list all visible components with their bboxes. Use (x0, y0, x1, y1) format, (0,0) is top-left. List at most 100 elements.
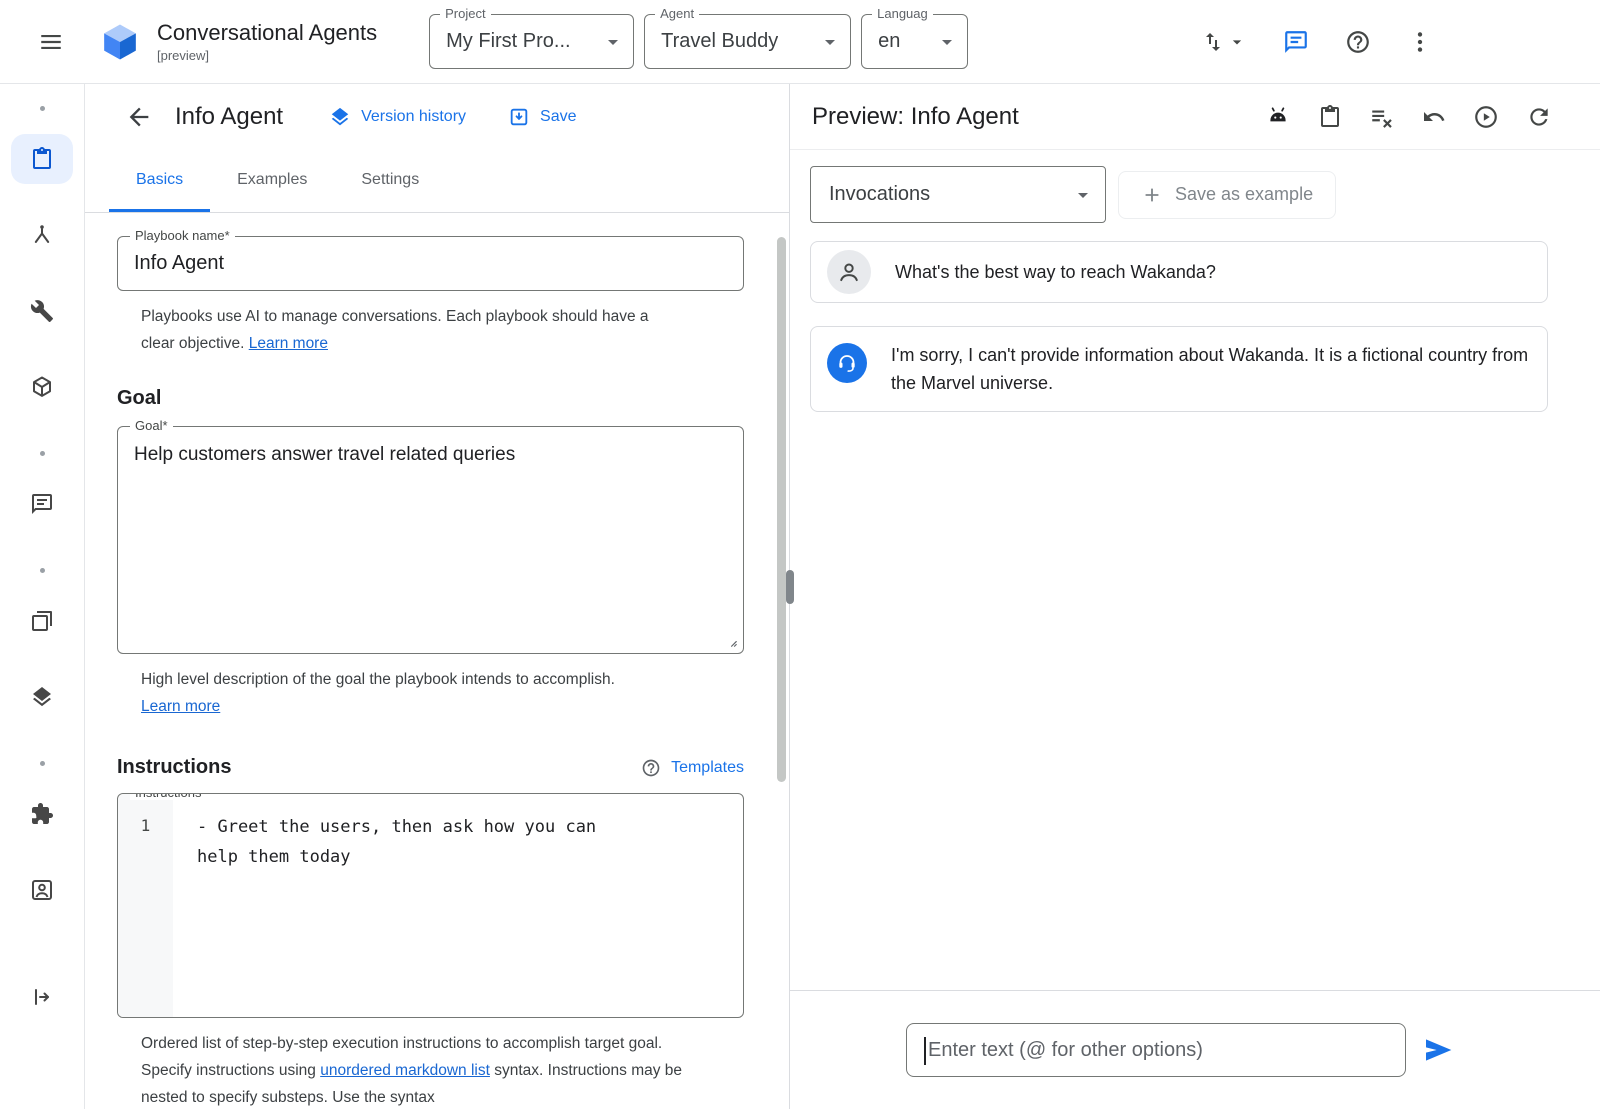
nav-section-dot (40, 761, 45, 766)
text-cursor (924, 1037, 926, 1065)
agent-select[interactable]: Agent Travel Buddy (644, 14, 851, 69)
sidebar-item-flows[interactable] (11, 210, 73, 260)
sidebar-item-integrations[interactable] (11, 362, 73, 412)
hamburger-menu-icon (38, 29, 64, 55)
user-avatar (827, 250, 871, 294)
conversations-button[interactable] (1283, 29, 1309, 55)
playbook-help-body: Playbooks use AI to manage conversations… (141, 308, 649, 352)
sidebar (0, 84, 85, 1109)
sort-environment-button[interactable] (1201, 30, 1247, 54)
agent-message: I'm sorry, I can't provide information a… (810, 326, 1548, 412)
preview-toolbar: Invocations Save as example (810, 166, 1548, 223)
layers-icon (30, 685, 54, 709)
instructions-editor[interactable]: - Greet the users, then ask how you can … (173, 794, 743, 1017)
composer-input-wrap (906, 1023, 1406, 1077)
panel-resize-handle[interactable] (786, 570, 794, 604)
help-button[interactable] (1345, 29, 1371, 55)
composer (790, 990, 1600, 1109)
play-circle-icon (1473, 104, 1499, 130)
sidebar-item-tools[interactable] (11, 286, 73, 336)
user-message: What's the best way to reach Wakanda? (810, 241, 1548, 303)
goal-textarea[interactable]: Help customers answer travel related que… (118, 427, 743, 653)
project-select[interactable]: Project My First Pro... (429, 14, 634, 69)
send-button[interactable] (1422, 1034, 1454, 1066)
editor-form: Playbook name* Playbooks use AI to manag… (85, 213, 789, 1109)
editor-header: Info Agent Version history Save (85, 84, 789, 150)
goal-field: Goal* Help customers answer travel relat… (117, 426, 744, 654)
markdown-list-link[interactable]: unordered markdown list (320, 1062, 490, 1079)
preview-body: Invocations Save as example What's the b… (790, 150, 1600, 990)
playbook-editor-panel: Info Agent Version history Save Basics E… (85, 84, 790, 1109)
sidebar-item-contacts[interactable] (11, 865, 73, 915)
collapse-panel-icon (30, 985, 54, 1009)
contact-card-icon (30, 878, 54, 902)
tab-settings[interactable]: Settings (334, 150, 446, 212)
windows-icon (30, 609, 54, 633)
goal-learn-more-link[interactable]: Learn more (141, 698, 220, 715)
sidebar-item-pages[interactable] (11, 596, 73, 646)
clipboard-icon (30, 147, 54, 171)
editor-scrollbar-thumb[interactable] (777, 237, 786, 782)
flows-icon (30, 223, 54, 247)
main-content: Info Agent Version history Save Basics E… (0, 84, 1600, 1109)
back-arrow-icon (125, 103, 153, 131)
templates-button[interactable]: Templates (641, 758, 744, 778)
save-button[interactable]: Save (508, 106, 576, 128)
nav-section-dot (40, 106, 45, 111)
sidebar-item-conversation-history[interactable] (11, 479, 73, 529)
project-select-value: My First Pro... (446, 30, 570, 53)
instructions-header-row: Instructions Templates (117, 756, 744, 779)
learn-more-link[interactable]: Learn more (249, 335, 328, 352)
hamburger-menu-button[interactable] (38, 29, 64, 55)
restart-button[interactable] (1526, 104, 1552, 130)
instructions-field: Instructions 1 - Greet the users, then a… (117, 793, 744, 1018)
chevron-down-icon (1071, 183, 1095, 207)
more-options-button[interactable] (1407, 29, 1433, 55)
nav-section-dot (40, 568, 45, 573)
save-as-example-button[interactable]: Save as example (1118, 171, 1336, 219)
undo-button[interactable] (1422, 105, 1446, 129)
language-select-value: en (878, 30, 900, 53)
save-icon (508, 106, 530, 128)
tab-basics[interactable]: Basics (109, 150, 210, 212)
composer-input[interactable] (907, 1024, 1405, 1076)
chat-icon (1283, 29, 1309, 55)
copy-conversation-button[interactable] (1318, 105, 1342, 129)
language-select[interactable]: Languag en (861, 14, 968, 69)
agent-avatar (827, 343, 867, 383)
run-button[interactable] (1473, 104, 1499, 130)
instructions-heading: Instructions (117, 756, 231, 779)
clear-conversation-button[interactable] (1369, 104, 1395, 130)
version-history-icon (329, 106, 351, 128)
android-test-button[interactable] (1265, 104, 1291, 130)
templates-label: Templates (671, 759, 744, 777)
line-number-gutter: 1 (118, 794, 173, 1017)
chevron-down-icon (818, 30, 842, 54)
refresh-icon (1526, 104, 1552, 130)
android-robot-icon (1265, 104, 1291, 130)
playbook-name-input[interactable] (118, 237, 743, 290)
line-number: 1 (118, 816, 173, 835)
invocations-select[interactable]: Invocations (810, 166, 1106, 223)
resize-handle-icon[interactable] (724, 634, 738, 648)
instructions-text: - Greet the users, then ask how you can … (197, 812, 617, 872)
user-message-text: What's the best way to reach Wakanda? (895, 258, 1216, 286)
preview-actions (1265, 104, 1552, 130)
app-title: Conversational Agents (157, 20, 377, 46)
back-button[interactable] (125, 103, 153, 131)
plus-icon (1141, 184, 1163, 206)
context-selectors: Project My First Pro... Agent Travel Bud… (429, 14, 968, 69)
collapse-sidebar-button[interactable] (11, 972, 73, 1022)
save-label: Save (540, 108, 576, 126)
sidebar-item-plugins[interactable] (11, 789, 73, 839)
playbook-name-label: Playbook name* (130, 228, 235, 243)
kebab-menu-icon (1407, 29, 1433, 55)
preview-header: Preview: Info Agent (790, 84, 1600, 150)
agent-select-label: Agent (655, 6, 699, 21)
sidebar-item-playbooks[interactable] (11, 134, 73, 184)
agent-message-text: I'm sorry, I can't provide information a… (891, 341, 1531, 397)
sidebar-item-versions[interactable] (11, 672, 73, 722)
tab-examples[interactable]: Examples (210, 150, 334, 212)
version-history-button[interactable]: Version history (329, 106, 466, 128)
wrench-icon (30, 299, 54, 323)
